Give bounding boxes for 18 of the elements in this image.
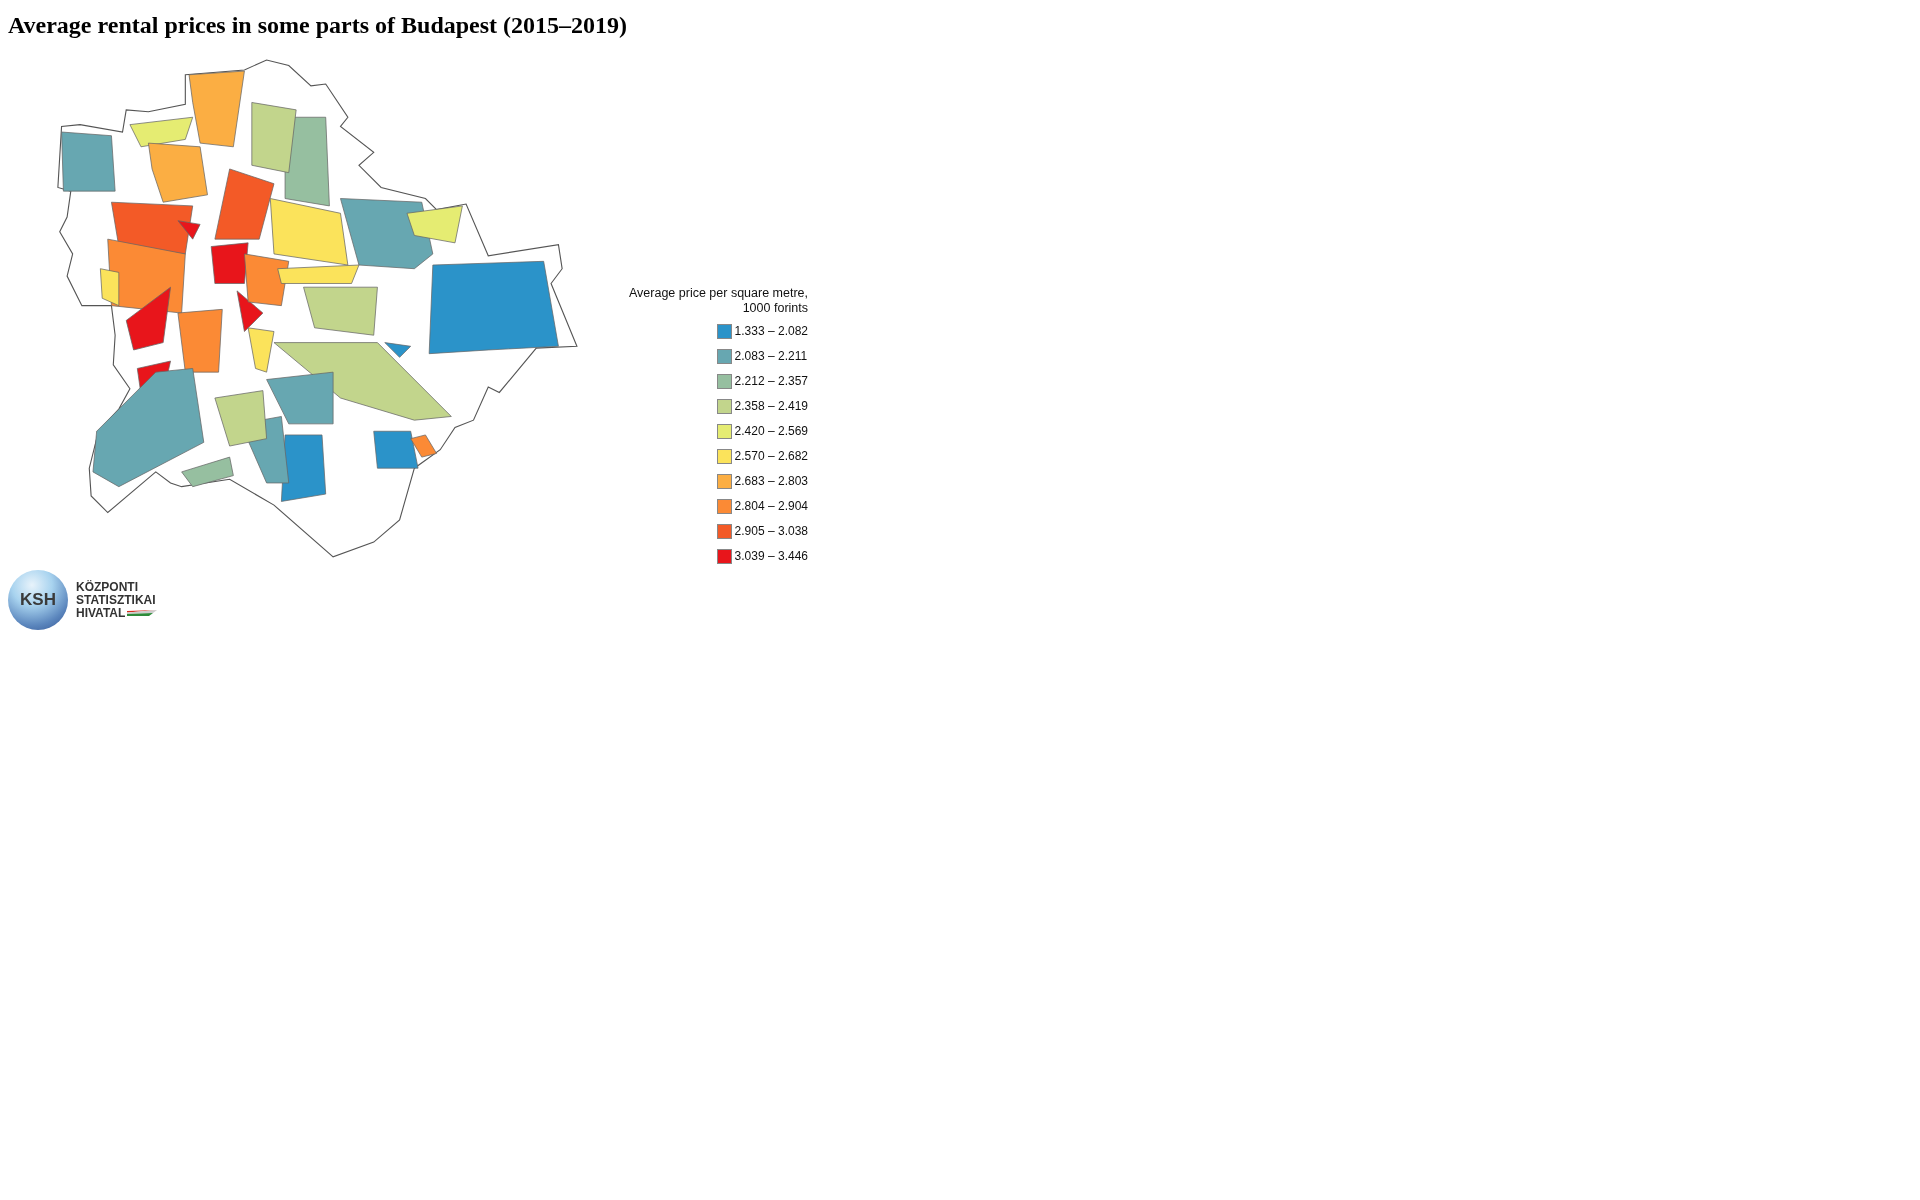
legend-label: 2.570 – 2.682 bbox=[734, 448, 808, 464]
legend-label: 2.905 – 3.038 bbox=[734, 523, 808, 539]
legend-subtitle: 1000 forints bbox=[742, 301, 808, 316]
legend-label: 2.683 – 2.803 bbox=[734, 473, 808, 489]
logo-badge: KSH bbox=[8, 570, 68, 630]
legend-label: 2.358 – 2.419 bbox=[734, 398, 808, 414]
flag-stripe-icon bbox=[127, 610, 158, 616]
legend-label: 2.420 – 2.569 bbox=[734, 423, 808, 439]
legend-label: 2.804 – 2.904 bbox=[734, 498, 808, 514]
logo-text: KÖZPONTI bbox=[76, 580, 138, 594]
legend-label: 2.083 – 2.211 bbox=[734, 348, 808, 364]
logo-text: STATISZTIKAI bbox=[76, 593, 156, 607]
logo-text: HIVATAL bbox=[76, 606, 126, 620]
legend-label: 2.212 – 2.357 bbox=[734, 373, 808, 389]
legend-label: 1.333 – 2.082 bbox=[734, 323, 808, 339]
legend-title: Average price per square metre, bbox=[628, 286, 808, 301]
page-title: Average rental prices in some parts of Budapest (2015–2019) bbox=[8, 12, 629, 39]
legend-label: 3.039 – 3.446 bbox=[734, 548, 808, 564]
